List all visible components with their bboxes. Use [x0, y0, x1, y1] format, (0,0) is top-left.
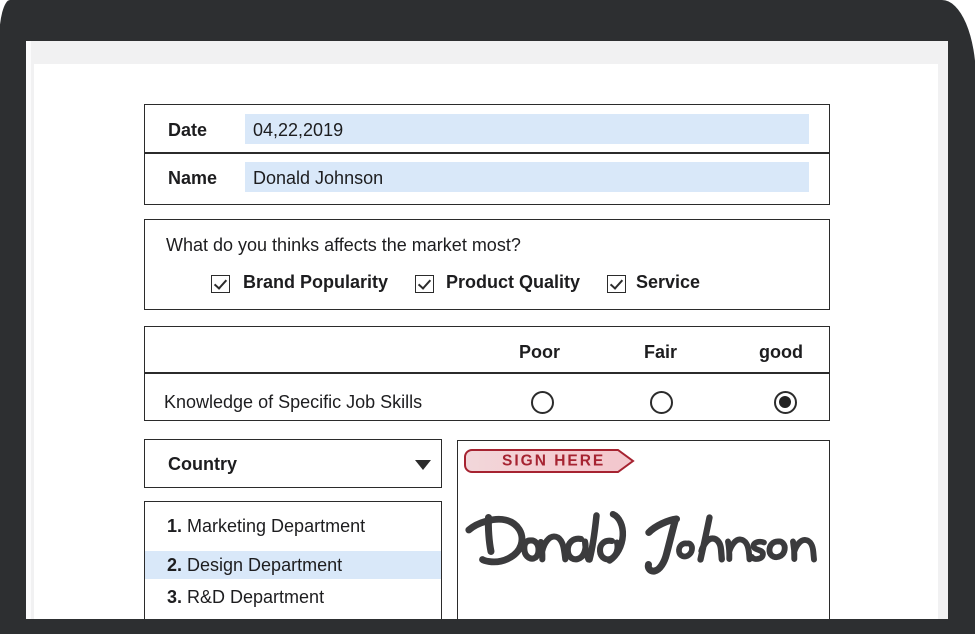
svg-text:SIGN HERE: SIGN HERE [502, 453, 605, 470]
